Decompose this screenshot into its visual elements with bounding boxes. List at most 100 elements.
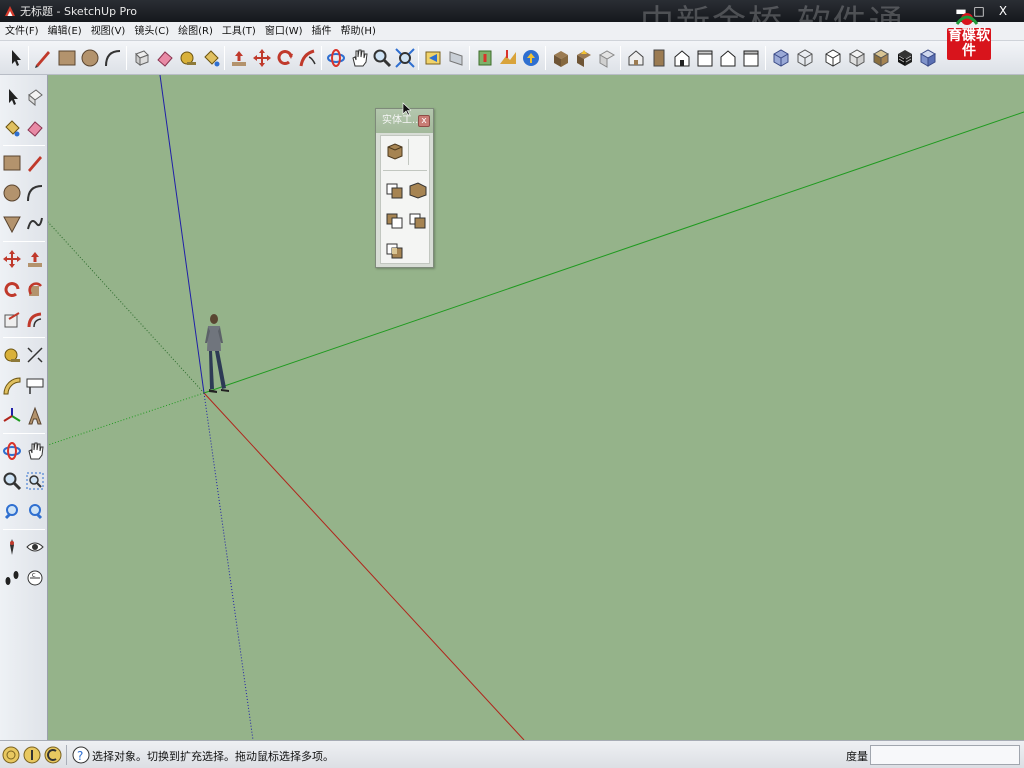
protractor-icon[interactable] [1,375,23,397]
walk-icon[interactable] [1,567,23,589]
geo-location-icon[interactable] [0,744,22,766]
subtract-icon[interactable] [384,209,406,231]
pencil-icon[interactable] [32,47,54,69]
make-component-icon[interactable] [131,47,153,69]
rotate-icon[interactable] [1,279,23,301]
section-plane-icon[interactable]: C [24,567,46,589]
select-arrow-icon[interactable] [5,47,27,69]
get-photo-texture-icon[interactable] [596,47,618,69]
3d-text-icon[interactable] [24,405,46,427]
paint-bucket-icon[interactable] [1,117,23,139]
3d-viewport[interactable] [48,75,1024,740]
follow-me-icon[interactable] [24,279,46,301]
pan-icon[interactable] [24,440,46,462]
circle-icon[interactable] [79,47,101,69]
menu-tools[interactable]: 工具(T) [217,22,260,41]
toggle-terrain-icon[interactable] [497,47,519,69]
next-view-icon[interactable] [445,47,467,69]
svg-text:?: ? [77,749,83,763]
eraser-icon[interactable] [24,117,46,139]
rectangle-icon[interactable] [56,47,78,69]
rectangle-icon[interactable] [1,152,23,174]
eraser-icon[interactable] [154,47,176,69]
solid-tools-palette[interactable]: 实体工... x [375,108,434,268]
credits-icon[interactable] [21,744,43,766]
sketchup-app-icon [5,6,15,16]
push-pull-icon[interactable] [228,47,250,69]
look-around-icon[interactable] [24,536,46,558]
polygon-icon[interactable] [1,213,23,235]
zoom-window-icon[interactable] [24,470,46,492]
move-icon[interactable] [251,47,273,69]
orbit-icon[interactable] [325,47,347,69]
measurements-input[interactable] [870,745,1020,765]
zoom-extents-icon[interactable] [394,47,416,69]
menu-window[interactable]: 窗口(W) [260,22,307,41]
share-component-icon[interactable] [573,47,595,69]
zoom-icon[interactable] [371,47,393,69]
close-button[interactable]: X [994,2,1012,20]
menu-help[interactable]: 帮助(H) [336,22,380,41]
share-model-icon[interactable] [550,47,572,69]
position-camera-icon[interactable] [1,536,23,558]
follow-me-icon[interactable] [297,47,319,69]
intersect-icon[interactable] [384,179,406,201]
zoom-extents-icon[interactable] [1,500,23,522]
make-component-icon[interactable] [24,86,46,108]
zoom-icon[interactable] [1,470,23,492]
rotate-icon[interactable] [274,47,296,69]
top-view-icon[interactable] [648,47,670,69]
tape-measure-icon[interactable] [1,344,23,366]
shaded-textures-icon[interactable] [870,47,892,69]
orbit-icon[interactable] [1,440,23,462]
axes-icon[interactable] [1,405,23,427]
color-by-layer-icon[interactable] [917,47,939,69]
circle-icon[interactable] [1,182,23,204]
add-location-icon[interactable] [474,47,496,69]
menu-file[interactable]: 文件(F) [0,22,43,41]
red-axis-negative [48,221,205,394]
menu-plugins[interactable]: 插件 [307,22,336,41]
freehand-icon[interactable] [24,213,46,235]
push-pull-icon[interactable] [24,248,46,270]
split-icon[interactable] [384,239,406,261]
previous-view-icon[interactable] [422,47,444,69]
top-toolbar [0,41,1024,75]
iso-view-icon[interactable] [625,47,647,69]
back-view-icon[interactable] [717,47,739,69]
offset-icon[interactable] [24,309,46,331]
pan-icon[interactable] [348,47,370,69]
xray-icon[interactable] [770,47,792,69]
hidden-line-icon[interactable] [822,47,844,69]
pencil-icon[interactable] [24,152,46,174]
scale-icon[interactable] [1,309,23,331]
select-arrow-icon[interactable] [1,86,23,108]
arc-icon[interactable] [24,182,46,204]
front-view-icon[interactable] [671,47,693,69]
left-view-icon[interactable] [740,47,762,69]
menu-camera[interactable]: 镜头(C) [129,22,173,41]
outer-shell-icon[interactable] [384,140,406,162]
green-axis-positive [203,111,1024,394]
tape-measure-icon[interactable] [177,47,199,69]
arc-icon[interactable] [102,47,124,69]
trim-icon[interactable] [407,209,429,231]
blue-axis-positive [159,75,205,394]
menu-edit[interactable]: 编辑(E) [43,22,86,41]
shaded-icon[interactable] [846,47,868,69]
menu-draw[interactable]: 绘图(R) [173,22,217,41]
move-icon[interactable] [1,248,23,270]
text-tool-icon[interactable] [24,375,46,397]
right-view-icon[interactable] [694,47,716,69]
wireframe-icon[interactable] [794,47,816,69]
paint-bucket-icon[interactable] [200,47,222,69]
help-icon[interactable]: ? [70,744,92,766]
menu-view[interactable]: 视图(V) [86,22,130,41]
previous-zoom-icon[interactable] [24,500,46,522]
palette-close-button[interactable]: x [418,115,430,127]
get-models-icon[interactable] [520,47,542,69]
dimension-icon[interactable] [24,344,46,366]
user-icon[interactable] [42,744,64,766]
monochrome-icon[interactable] [894,47,916,69]
union-icon[interactable] [407,179,429,201]
